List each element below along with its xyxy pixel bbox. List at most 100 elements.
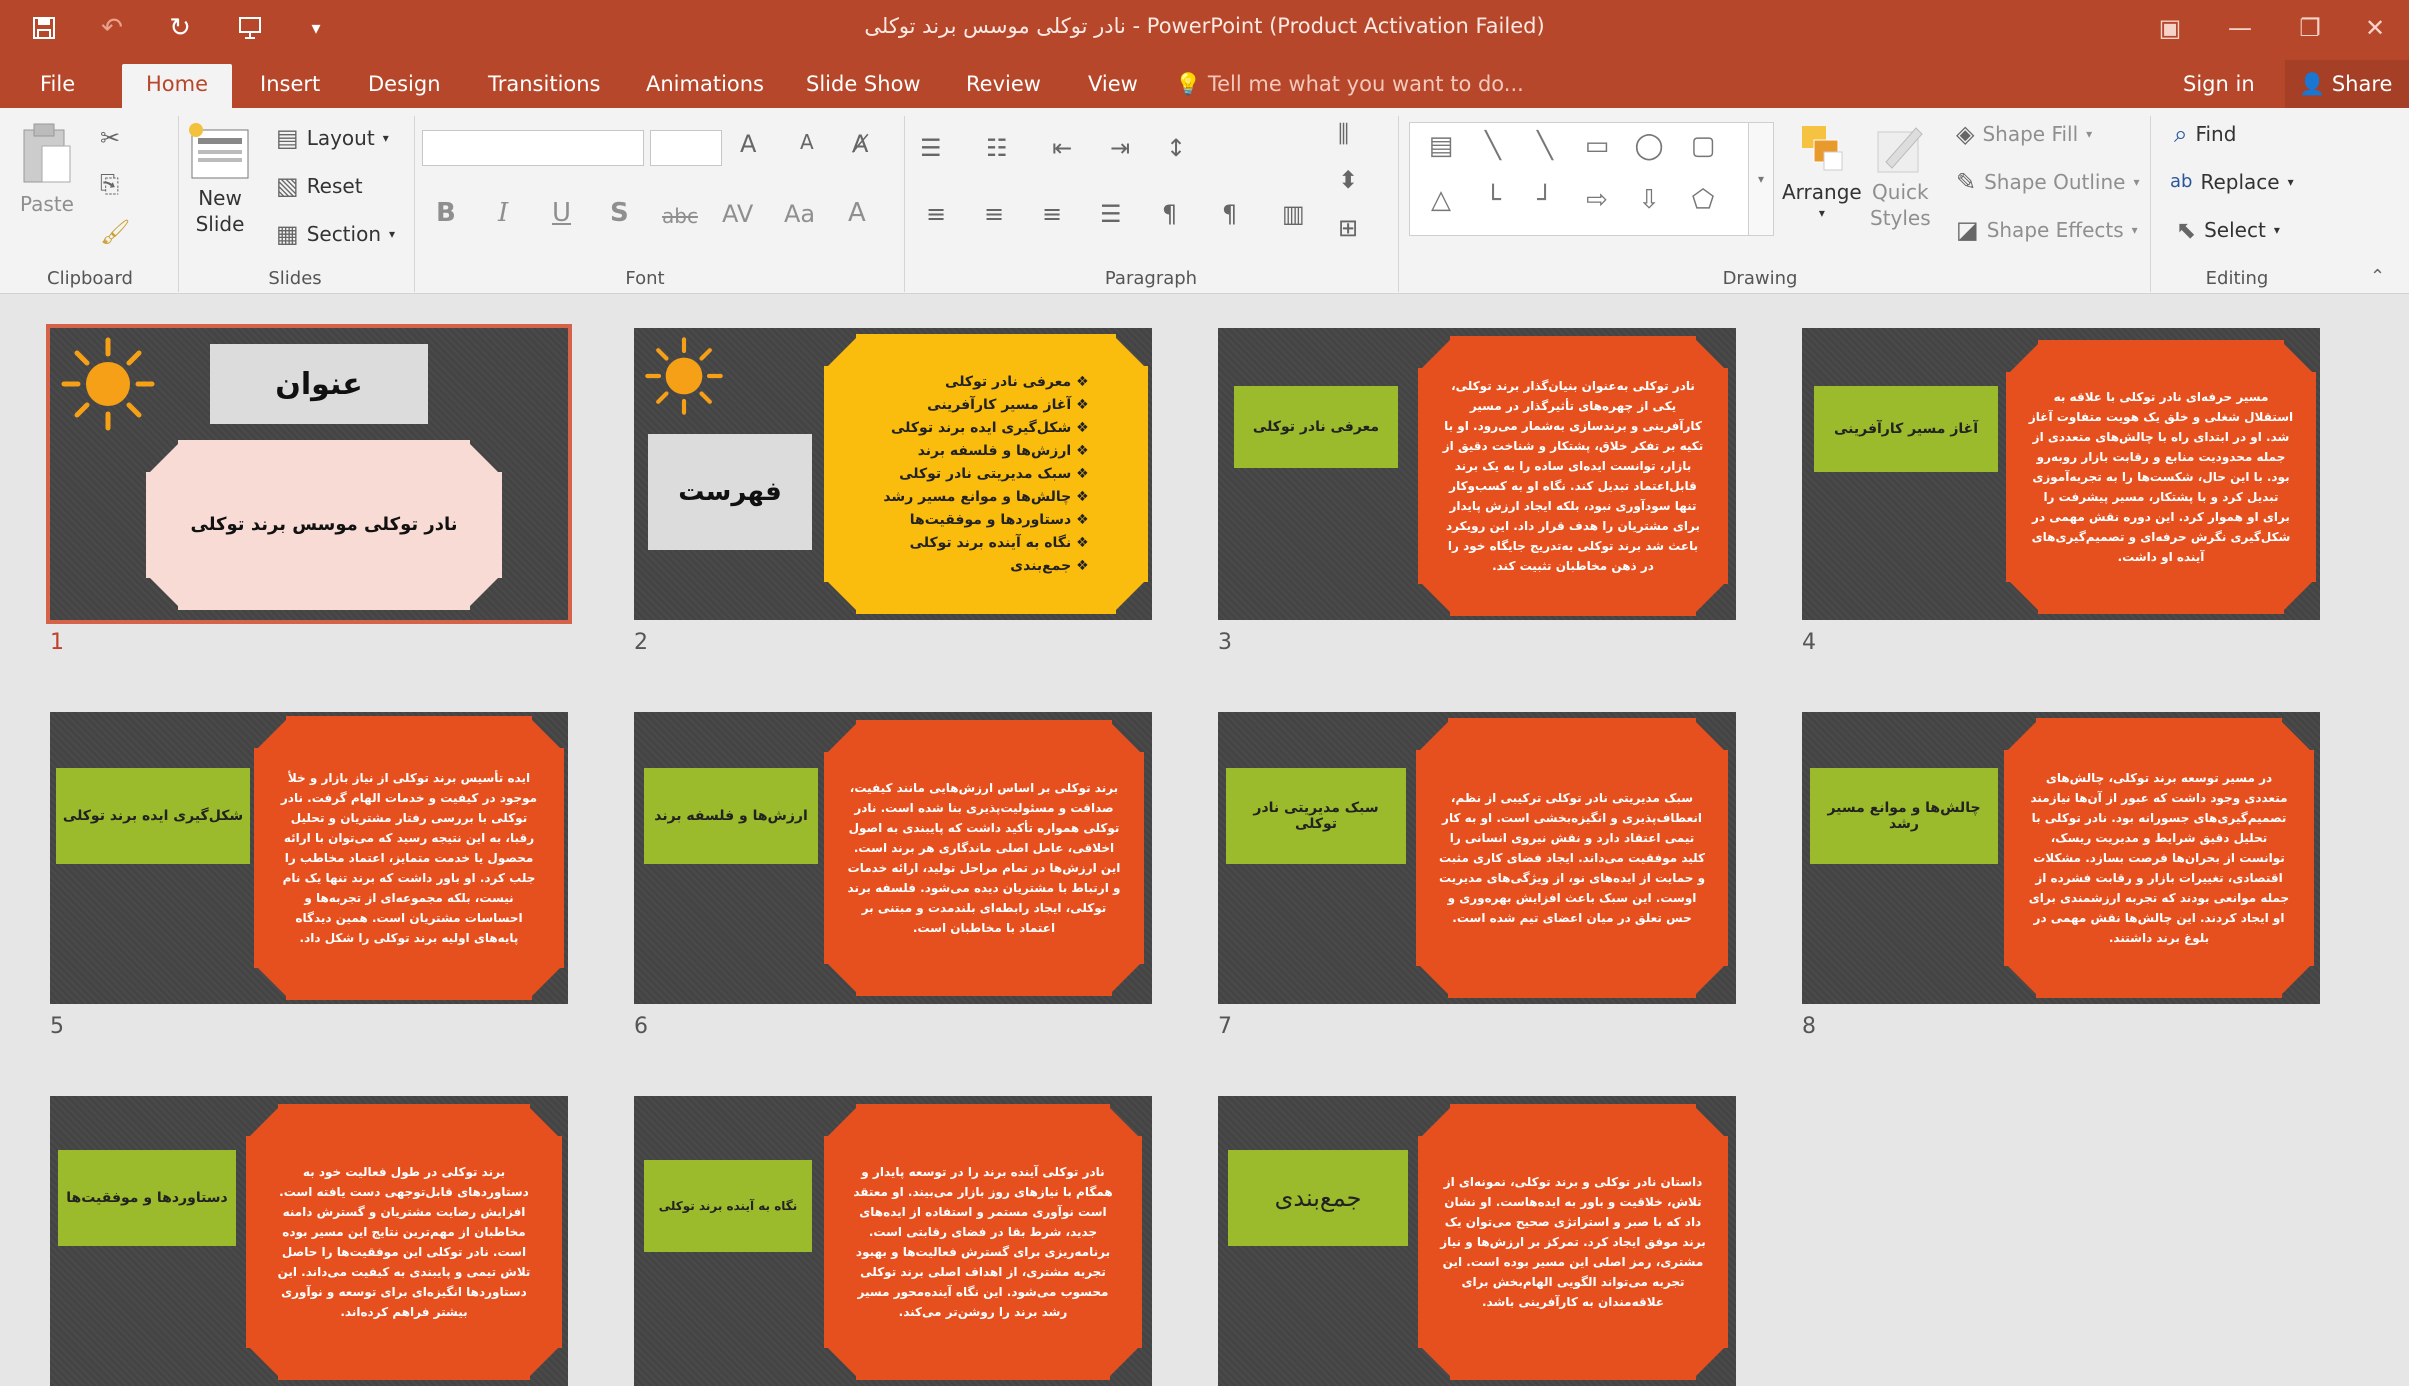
group-label-slides: Slides bbox=[268, 268, 322, 289]
text-direction-icon[interactable]: ⫼ bbox=[1338, 122, 1349, 146]
reset-button[interactable]: ▧ Reset bbox=[276, 174, 363, 198]
cut-icon[interactable]: ✂ bbox=[100, 126, 120, 150]
columns-icon[interactable]: ▥ bbox=[1282, 202, 1305, 226]
font-color-button[interactable]: A bbox=[848, 198, 866, 228]
format-painter-icon[interactable]: 🖌 bbox=[100, 220, 130, 244]
ltr-icon[interactable]: ¶ bbox=[1162, 202, 1177, 226]
decrease-indent-icon[interactable]: ⇤ bbox=[1052, 136, 1072, 160]
group-label-paragraph: Paragraph bbox=[1104, 268, 1198, 289]
font-family-combobox[interactable] bbox=[422, 130, 644, 166]
oval-shape-icon[interactable]: ◯ bbox=[1632, 129, 1666, 163]
slide-title: دستاوردها و موفقیت‌ها bbox=[58, 1150, 236, 1246]
slide-thumbnail-4[interactable]: آغاز مسیر کارآفرینی مسیر حرفه‌ای نادر تو… bbox=[1802, 328, 2320, 620]
reset-icon: ▧ bbox=[276, 172, 299, 200]
underline-button[interactable]: U bbox=[552, 198, 571, 228]
section-button[interactable]: ▦ Section ▾ bbox=[276, 222, 395, 246]
change-case-button[interactable]: Aa bbox=[784, 200, 815, 228]
tab-home[interactable]: Home bbox=[122, 64, 232, 108]
align-center-icon[interactable]: ≡ bbox=[984, 202, 1004, 226]
align-left-icon[interactable]: ≡ bbox=[926, 202, 946, 226]
tab-animations[interactable]: Animations bbox=[624, 64, 786, 108]
new-slide-icon bbox=[189, 123, 249, 179]
down-arrow-shape-icon[interactable]: ⇩ bbox=[1632, 183, 1666, 217]
section-icon: ▦ bbox=[276, 220, 299, 248]
line-spacing-icon[interactable]: ↕ bbox=[1166, 136, 1186, 160]
slide-thumbnail-8[interactable]: چالش‌ها و موانع مسیر رشد در مسیر توسعه ب… bbox=[1802, 712, 2320, 1004]
tab-review[interactable]: Review bbox=[944, 64, 1063, 108]
align-right-icon[interactable]: ≡ bbox=[1042, 202, 1062, 226]
smartart-icon[interactable]: ⊞ bbox=[1338, 216, 1358, 240]
share-button[interactable]: 👤 Share bbox=[2285, 60, 2409, 108]
quick-styles-button[interactable]: Quick Styles bbox=[1870, 122, 1931, 230]
tab-design[interactable]: Design bbox=[346, 64, 463, 108]
elbow-connector-shape-icon[interactable]: └ bbox=[1476, 183, 1510, 217]
new-slide-button[interactable]: New Slide bbox=[188, 122, 252, 236]
replace-button[interactable]: ab Replace ▾ bbox=[2170, 170, 2294, 194]
toc-item: ❖ معرفی نادر توکلی bbox=[945, 373, 1089, 390]
increase-indent-icon[interactable]: ⇥ bbox=[1110, 136, 1130, 160]
bold-button[interactable]: B bbox=[436, 198, 456, 228]
maximize-icon[interactable]: ❐ bbox=[2285, 6, 2335, 50]
slide-thumbnail-2[interactable]: فهرست ❖ معرفی نادر توکلی ❖ آغاز مسیر کار… bbox=[634, 328, 1152, 620]
tab-file[interactable]: File bbox=[18, 64, 97, 108]
strikethrough-button[interactable]: abc bbox=[662, 204, 698, 228]
group-label-editing: Editing bbox=[2205, 268, 2269, 289]
arrange-button[interactable]: Arrange ▾ bbox=[1782, 122, 1862, 220]
layout-button[interactable]: ▤ Layout ▾ bbox=[276, 126, 389, 150]
align-text-icon[interactable]: ⬍ bbox=[1338, 168, 1358, 192]
decrease-font-size-icon[interactable]: A bbox=[800, 132, 814, 152]
tab-transitions[interactable]: Transitions bbox=[466, 64, 623, 108]
gallery-scroll[interactable]: ▾ bbox=[1748, 122, 1774, 236]
slide-title: چالش‌ها و موانع مسیر رشد bbox=[1810, 768, 1998, 864]
justify-icon[interactable]: ☰ bbox=[1100, 202, 1122, 226]
character-spacing-button[interactable]: AV bbox=[722, 200, 753, 228]
slide-thumbnail-7[interactable]: سبک مدیریتی نادر توکلی سبک مدیریتی نادر … bbox=[1218, 712, 1736, 1004]
arrow-line-shape-icon[interactable]: ╲ bbox=[1528, 129, 1562, 163]
elbow-arrow-shape-icon[interactable]: ┘ bbox=[1528, 183, 1562, 217]
tab-view[interactable]: View bbox=[1066, 64, 1160, 108]
triangle-shape-icon[interactable]: △ bbox=[1424, 183, 1458, 217]
line-shape-icon[interactable]: ╲ bbox=[1476, 129, 1510, 163]
slide-number: 2 bbox=[634, 630, 648, 655]
numbering-icon[interactable]: ☷ bbox=[986, 136, 1008, 160]
slide-thumbnail-11[interactable]: جمع‌بندی داستان نادر توکلی و برند توکلی،… bbox=[1218, 1096, 1736, 1386]
ribbon: Paste ✂ ⎘ 🖌 Clipboard New Slide ▤ Layout ▾… bbox=[0, 108, 2409, 294]
italic-button[interactable]: I bbox=[498, 198, 508, 228]
copy-icon[interactable]: ⎘ bbox=[100, 172, 119, 196]
find-button[interactable]: ⌕ Find bbox=[2174, 122, 2236, 146]
close-icon[interactable]: ✕ bbox=[2350, 6, 2400, 50]
clear-formatting-icon[interactable]: Ⱥ bbox=[852, 132, 868, 156]
more-shapes-icon[interactable]: ⬠ bbox=[1686, 183, 1720, 217]
select-button[interactable]: ⬉ Select ▾ bbox=[2176, 218, 2280, 242]
slide-body: داستان نادر توکلی و برند توکلی، نمونه‌ای… bbox=[1418, 1104, 1728, 1380]
bullets-icon[interactable]: ☰ bbox=[920, 136, 942, 160]
minimize-icon[interactable]: — bbox=[2215, 6, 2265, 50]
shapes-gallery[interactable]: ▤ ╲ ╲ ▭ ◯ ▢ △ └ ┘ ⇨ ⇩ ⬠ bbox=[1409, 122, 1749, 236]
sign-in-link[interactable]: Sign in bbox=[2183, 64, 2255, 104]
paste-button[interactable]: Paste bbox=[20, 122, 74, 216]
slide-thumbnail-9[interactable]: دستاوردها و موفقیت‌ها برند توکلی در طول … bbox=[50, 1096, 568, 1386]
right-arrow-shape-icon[interactable]: ⇨ bbox=[1580, 183, 1614, 217]
slide-thumbnail-10[interactable]: نگاه به آینده برند توکلی نادر توکلی آیند… bbox=[634, 1096, 1152, 1386]
rtl-icon[interactable]: ¶ bbox=[1222, 202, 1237, 226]
collapse-ribbon-icon[interactable]: ⌃ bbox=[2370, 266, 2385, 287]
tab-slide-show[interactable]: Slide Show bbox=[784, 64, 943, 108]
quick-styles-label-1: Quick bbox=[1872, 180, 1929, 204]
tell-me-box[interactable]: 💡 Tell me what you want to do... bbox=[1175, 64, 1524, 104]
tab-insert[interactable]: Insert bbox=[238, 64, 342, 108]
rectangle-shape-icon[interactable]: ▭ bbox=[1580, 129, 1614, 163]
slide-thumbnail-3[interactable]: معرفی نادر توکلی نادر توکلی به‌عنوان بنی… bbox=[1218, 328, 1736, 620]
shape-effects-button[interactable]: ◪ Shape Effects ▾ bbox=[1956, 218, 2138, 242]
ribbon-display-icon[interactable]: ▣ bbox=[2145, 6, 2195, 50]
text-shadow-button[interactable]: S bbox=[610, 198, 629, 228]
textbox-shape-icon[interactable]: ▤ bbox=[1424, 129, 1458, 163]
shape-outline-button[interactable]: ✎ Shape Outline ▾ bbox=[1956, 170, 2139, 194]
rounded-rectangle-shape-icon[interactable]: ▢ bbox=[1686, 129, 1720, 163]
slide-thumbnail-5[interactable]: شکل‌گیری ایده برند توکلی ایده تأسیس برند… bbox=[50, 712, 568, 1004]
slide-thumbnail-1[interactable]: عنوان نادر توکلی موسس برند توکلی bbox=[46, 324, 572, 624]
slide-thumbnail-6[interactable]: ارزش‌ها و فلسفه برند برند توکلی بر اساس … bbox=[634, 712, 1152, 1004]
group-label-clipboard: Clipboard bbox=[47, 268, 133, 289]
shape-fill-button[interactable]: ◈ Shape Fill ▾ bbox=[1956, 122, 2092, 146]
font-size-combobox[interactable] bbox=[650, 130, 722, 166]
increase-font-size-icon[interactable]: A bbox=[740, 132, 756, 156]
